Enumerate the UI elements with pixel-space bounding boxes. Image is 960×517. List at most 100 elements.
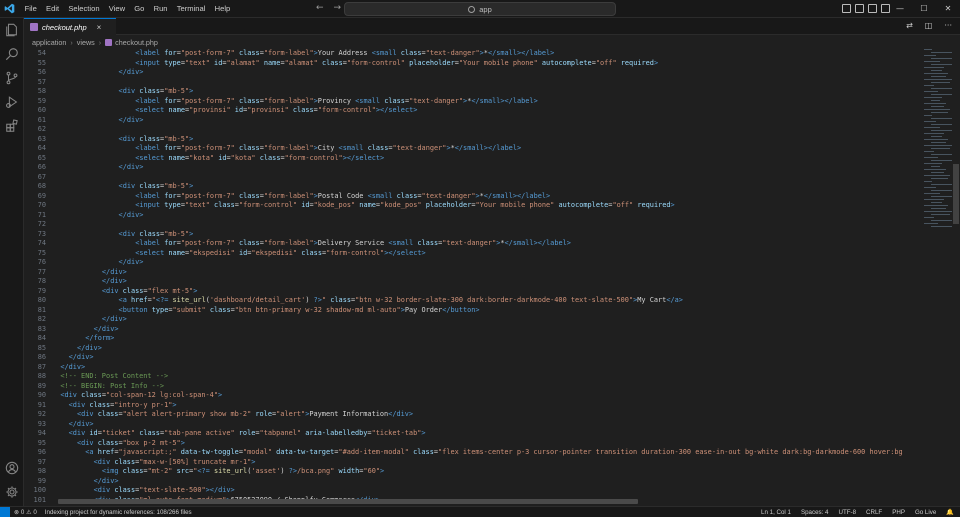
code-token: >	[189, 87, 194, 95]
problems-count[interactable]: ⊗ 0 ⚠ 0	[14, 509, 37, 516]
menu-item-help[interactable]: Help	[210, 0, 235, 18]
minimap-line	[924, 103, 946, 104]
indentation[interactable]: Spaces: 4	[801, 507, 829, 517]
remote-indicator-icon[interactable]	[0, 506, 10, 517]
end-of-line[interactable]: CRLF	[866, 507, 882, 517]
code-token: >	[189, 229, 194, 238]
go-live-button[interactable]: Go Live	[915, 507, 936, 517]
menu-item-selection[interactable]: Selection	[64, 0, 104, 18]
code-token: src	[176, 467, 190, 475]
code-token: <small	[388, 239, 418, 247]
line-number: 86	[37, 353, 46, 361]
code-token: href	[131, 296, 148, 304]
code-token: <div	[76, 410, 98, 418]
settings-gear-icon[interactable]	[4, 484, 20, 500]
code-area[interactable]: <label for="post-form-7" class="form-lab…	[52, 49, 912, 506]
code-token: "mt-2"	[147, 467, 177, 475]
toggle-panel-icon[interactable]	[855, 4, 864, 13]
toggle-secondary-sidebar-icon[interactable]	[868, 4, 877, 13]
code-token: <small	[371, 49, 401, 57]
tab-checkout-php[interactable]: checkout.php ×	[24, 18, 116, 35]
search-icon[interactable]	[4, 46, 20, 62]
source-control-icon[interactable]	[4, 70, 20, 86]
code-token: <div	[118, 182, 140, 190]
explorer-icon[interactable]	[4, 22, 20, 38]
breadcrumb-item-application[interactable]: application	[32, 38, 66, 47]
line-number: 61	[37, 115, 46, 124]
code-token: ></div>	[205, 486, 235, 494]
code-line: <div class="mb-5">	[119, 135, 194, 145]
menu-item-terminal[interactable]: Terminal	[172, 0, 210, 18]
line-number: 76	[37, 258, 46, 266]
code-token: "60"	[363, 467, 381, 475]
minimap-line	[924, 55, 936, 56]
code-token: </small></label>	[504, 239, 571, 247]
code-token: "box p-2 mt-5"	[122, 438, 181, 447]
minimap-line	[924, 163, 942, 164]
code-line: <label for="post-form-7" class="form-lab…	[135, 97, 538, 107]
window-controls: — ☐ ✕	[888, 0, 960, 18]
account-icon[interactable]	[4, 460, 20, 476]
maximize-icon[interactable]: ☐	[912, 0, 936, 18]
code-line: </div>	[102, 277, 127, 287]
cursor-position[interactable]: Ln 1, Col 1	[761, 507, 791, 517]
code-token: "kota"	[189, 153, 219, 162]
code-token: name	[168, 153, 185, 162]
minimap-line	[924, 91, 938, 92]
close-window-icon[interactable]: ✕	[936, 0, 960, 18]
code-line: <div class="mb-5">	[119, 87, 194, 97]
menu-item-view[interactable]: View	[104, 0, 130, 18]
code-token: <div	[118, 134, 140, 143]
chevron-right-icon: ›	[98, 37, 102, 47]
minimap-line	[924, 175, 950, 176]
notifications-bell-icon[interactable]: 🔔	[946, 507, 954, 517]
code-line: <div class="flex mt-5">	[102, 287, 197, 297]
minimap-line	[931, 184, 952, 185]
code-token: "flex mt-5"	[147, 286, 194, 295]
minimap-line	[924, 157, 938, 158]
breadcrumb-item-views[interactable]: views	[77, 38, 95, 47]
back-arrow-icon[interactable]: ←	[316, 3, 324, 13]
code-line: </div>	[102, 315, 127, 325]
run-and-debug-icon[interactable]	[4, 94, 20, 110]
menu-item-go[interactable]: Go	[130, 0, 149, 18]
toggle-primary-sidebar-icon[interactable]	[842, 4, 851, 13]
horizontal-scrollbar-thumb[interactable]	[58, 499, 638, 504]
code-token: class	[139, 429, 160, 437]
more-actions-icon[interactable]: ···	[944, 21, 952, 30]
vertical-scrollbar-thumb[interactable]	[953, 164, 959, 224]
code-token: autocomplete	[558, 201, 609, 209]
code-token: <label	[135, 49, 165, 57]
code-token: data-tw-toggle	[180, 448, 239, 456]
code-token: >	[180, 438, 185, 447]
breadcrumb-item-file[interactable]: checkout.php	[115, 38, 158, 47]
code-token: <label	[135, 96, 165, 105]
menu-item-run[interactable]: Run	[149, 0, 172, 18]
encoding[interactable]: UTF-8	[839, 507, 857, 517]
code-token: name	[168, 106, 185, 114]
command-center-search[interactable]: app	[344, 2, 616, 16]
split-editor-icon[interactable]: ◫	[925, 21, 933, 30]
compare-changes-icon[interactable]: ⇄	[906, 21, 913, 30]
code-line: </div>	[102, 268, 127, 278]
code-token: class	[114, 486, 136, 494]
code-token: "text-danger"	[421, 191, 476, 200]
close-tab-icon[interactable]: ×	[97, 23, 102, 32]
code-line: <div class="mb-5">	[119, 182, 194, 192]
line-number: 66	[37, 163, 46, 171]
code-token: <img	[101, 467, 123, 475]
minimize-icon[interactable]: —	[888, 0, 912, 18]
code-line: </form>	[85, 334, 114, 344]
menu-item-edit[interactable]: Edit	[41, 0, 63, 18]
code-token: <!-- BEGIN: Post Info -->	[60, 381, 165, 390]
language-mode[interactable]: PHP	[892, 507, 905, 517]
minimap[interactable]	[896, 49, 960, 249]
code-line: <select name="ekspedisi" id="ekspedisi" …	[135, 249, 426, 259]
menu-item-file[interactable]: File	[20, 0, 41, 18]
forward-arrow-icon[interactable]: →	[334, 3, 342, 13]
extensions-icon[interactable]	[4, 118, 20, 134]
code-editor[interactable]: 54 55 56 57 58 59 60 61 62 63 64 65 66 67 68 69 70 71 72 73…	[24, 49, 960, 506]
code-token: data-tw-target	[276, 448, 335, 456]
code-token: "provinsi"	[247, 106, 293, 114]
vertical-scrollbar[interactable]	[952, 49, 960, 506]
